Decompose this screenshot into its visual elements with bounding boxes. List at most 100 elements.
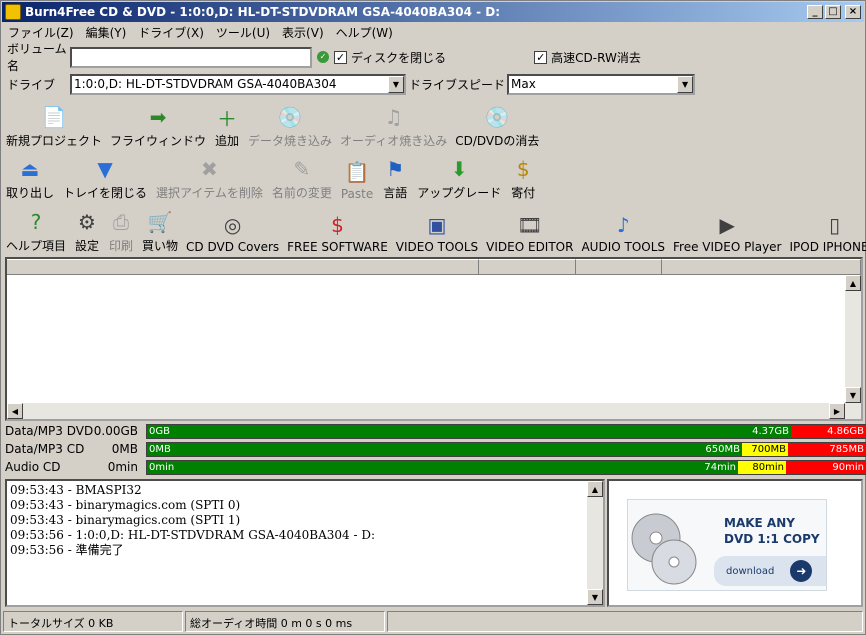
language-flag-label: 言語 [383,186,408,200]
ok-icon: ✓ [317,51,329,63]
menu-view[interactable]: 表示(V) [276,24,330,41]
capacity-green-segment: 4.37GB [147,425,791,438]
vertical-scrollbar[interactable]: ▲ ▼ [845,275,861,403]
close-disc-checkbox[interactable]: ✓ [334,50,347,64]
log-scrollbar[interactable]: ▲ ▼ [587,481,603,605]
language-flag-button[interactable]: ⚑ 言語 [379,149,411,201]
menu-edit[interactable]: 編集(Y) [80,24,133,41]
ad-download-button[interactable]: download ➜ [714,556,826,586]
scroll-up-button[interactable]: ▲ [845,275,861,291]
new-project-button[interactable]: 📄 新規プロジェクト [3,97,105,149]
audio-tools-button[interactable]: ♪ AUDIO TOOLS [578,202,668,254]
covers-button[interactable]: ◎ CD DVD Covers [183,202,282,254]
video-player-button[interactable]: ▶ Free VIDEO Player [670,202,784,254]
fast-erase-checkbox[interactable]: ✓ [534,50,548,64]
menu-file[interactable]: ファイル(Z) [2,24,80,41]
donate-icon: $ [516,157,530,181]
chevron-down-icon[interactable]: ▼ [677,75,694,93]
drive-value: 1:0:0,D: HL-DT-STDVDRAM GSA-4040BA304 [74,77,337,91]
print-icon: ⎙ [113,210,130,234]
video-editor-button[interactable]: 🎞 VIDEO EDITOR [483,202,576,254]
column-header[interactable] [661,259,861,275]
column-header[interactable] [576,259,662,275]
add-button[interactable]: ＋ 追加 [211,97,243,149]
toolbar-project: 📄 新規プロジェクト ➡ フライウィンドウ ＋ 追加 💿 データ焼き込み ♫ オーディオ焼き込み 💿… [3,97,544,149]
close-tray-label: トレイを閉じる [63,186,148,200]
capacity-used: 0.00GB [93,424,138,438]
app-icon[interactable] [5,4,21,20]
free-software-button[interactable]: $ FREE SOFTWARE [284,202,391,254]
title-bar[interactable]: Burn4Free CD & DVD - 1:0:0,D: HL-DT-STDV… [2,2,864,22]
shopping-label: 買い物 [142,239,179,253]
scroll-down-button[interactable]: ▼ [587,589,603,605]
file-list-header [7,259,861,275]
close-tray-button[interactable]: ▼ トレイを閉じる [60,149,150,201]
delete-button[interactable]: ✖ 選択アイテムを削除 [153,149,266,201]
video-player-label: Free VIDEO Player [673,240,782,254]
free-software-icon: $ [331,213,344,237]
menu-tools[interactable]: ツール(U) [210,24,276,41]
scroll-up-button[interactable]: ▲ [587,481,603,497]
erase-disc-label: CD/DVDの消去 [455,134,540,148]
drive-select[interactable]: 1:0:0,D: HL-DT-STDVDRAM GSA-4040BA304 ▼ [70,73,406,95]
burn-audio-icon: ♫ [384,105,403,129]
rename-button[interactable]: ✎ 名前の変更 [269,149,335,201]
erase-disc-button[interactable]: 💿 CD/DVDの消去 [452,97,542,149]
video-tools-button[interactable]: ▣ VIDEO TOOLS [393,202,481,254]
audio-tools-icon: ♪ [616,213,630,237]
drive-label: ドライブ [7,77,56,92]
capacity-red-segment: 785MB [788,443,866,456]
ad-headline-2: DVD 1:1 COPY [724,532,820,546]
burn-data-button[interactable]: 💿 データ焼き込み [245,97,335,149]
maximize-button[interactable]: □ [825,5,841,19]
upgrade-icon: ⬇ [450,157,468,181]
volume-name-input[interactable] [70,46,312,68]
video-tools-icon: ▣ [427,213,447,237]
shopping-button[interactable]: 🛒 買い物 [139,202,181,254]
paste-button[interactable]: 📋 Paste [338,149,376,201]
dvd-copy-banner[interactable]: MAKE ANY DVD 1:1 COPY download ➜ [627,499,827,591]
settings-button[interactable]: ⚙ 設定 [71,202,103,254]
audio-tools-label: AUDIO TOOLS [581,240,666,254]
log-panel[interactable]: 09:53:43 - BMASPI32 09:53:43 - binarymagi… [5,479,605,607]
print-button[interactable]: ⎙ 印刷 [105,202,137,254]
column-header[interactable] [478,259,577,275]
add-label: 追加 [215,134,240,148]
volume-label: ボリューム名 [7,42,67,73]
erase-disc-icon: 💿 [484,105,510,129]
toolbar-links: ? ヘルプ項目 ⚙ 設定 ⎙ 印刷 🛒 買い物 ◎ CD DVD Covers $ FREE SOFT… [3,202,866,254]
scroll-left-button[interactable]: ◀ [7,403,23,419]
capacity-row: Data/MP3 CD 0MB 650MB 0MB 700MB 785MB [5,441,866,458]
toolbar-drive: ⏏ 取り出し ▼ トレイを閉じる ✖ 選択アイテムを削除 ✎ 名前の変更 📋 Paste ⚑ 言語 ⬇ ア… [3,149,542,201]
capacity-green-segment: 74min [147,461,738,474]
chevron-down-icon[interactable]: ▼ [388,75,404,93]
upgrade-button[interactable]: ⬇ アップグレード [414,149,504,201]
horizontal-scrollbar[interactable]: ◀ ▶ [7,403,861,419]
file-list[interactable]: ▲ ▼ ◀ ▶ [5,257,863,421]
close-button[interactable]: × [845,5,861,19]
scroll-right-button[interactable]: ▶ [829,403,845,419]
capacity-start: 0GB [149,426,170,437]
log-line: 09:53:43 - binarymagics.com (SPTI 0) [10,498,241,512]
burn-audio-button[interactable]: ♫ オーディオ焼き込み [337,97,450,149]
help-label: ヘルプ項目 [6,239,67,253]
burn-data-icon: 💿 [277,105,303,129]
eject-button[interactable]: ⏏ 取り出し [3,149,57,201]
capacity-label-group: Audio CD 0min [5,460,141,474]
donate-button[interactable]: $ 寄付 [507,149,539,201]
minimize-button[interactable]: _ [807,5,823,19]
fly-window-button[interactable]: ➡ フライウィンドウ [107,97,209,149]
column-header[interactable] [7,259,479,275]
menu-drive[interactable]: ドライブ(X) [132,24,210,41]
eject-icon: ⏏ [20,157,40,181]
video-editor-label: VIDEO EDITOR [486,240,574,254]
menu-help[interactable]: ヘルプ(W) [330,24,399,41]
ipod-button[interactable]: ▯ IPOD IPHONE T [786,202,866,254]
scroll-down-button[interactable]: ▼ [845,387,861,403]
capacity-used: 0MB [111,442,138,456]
drive-row: ドライブ 1:0:0,D: HL-DT-STDVDRAM GSA-4040BA3… [7,73,866,95]
drive-speed-select[interactable]: Max ▼ [507,73,696,95]
upgrade-label: アップグレード [417,186,502,200]
settings-label: 設定 [75,239,100,253]
help-button[interactable]: ? ヘルプ項目 [3,202,69,254]
